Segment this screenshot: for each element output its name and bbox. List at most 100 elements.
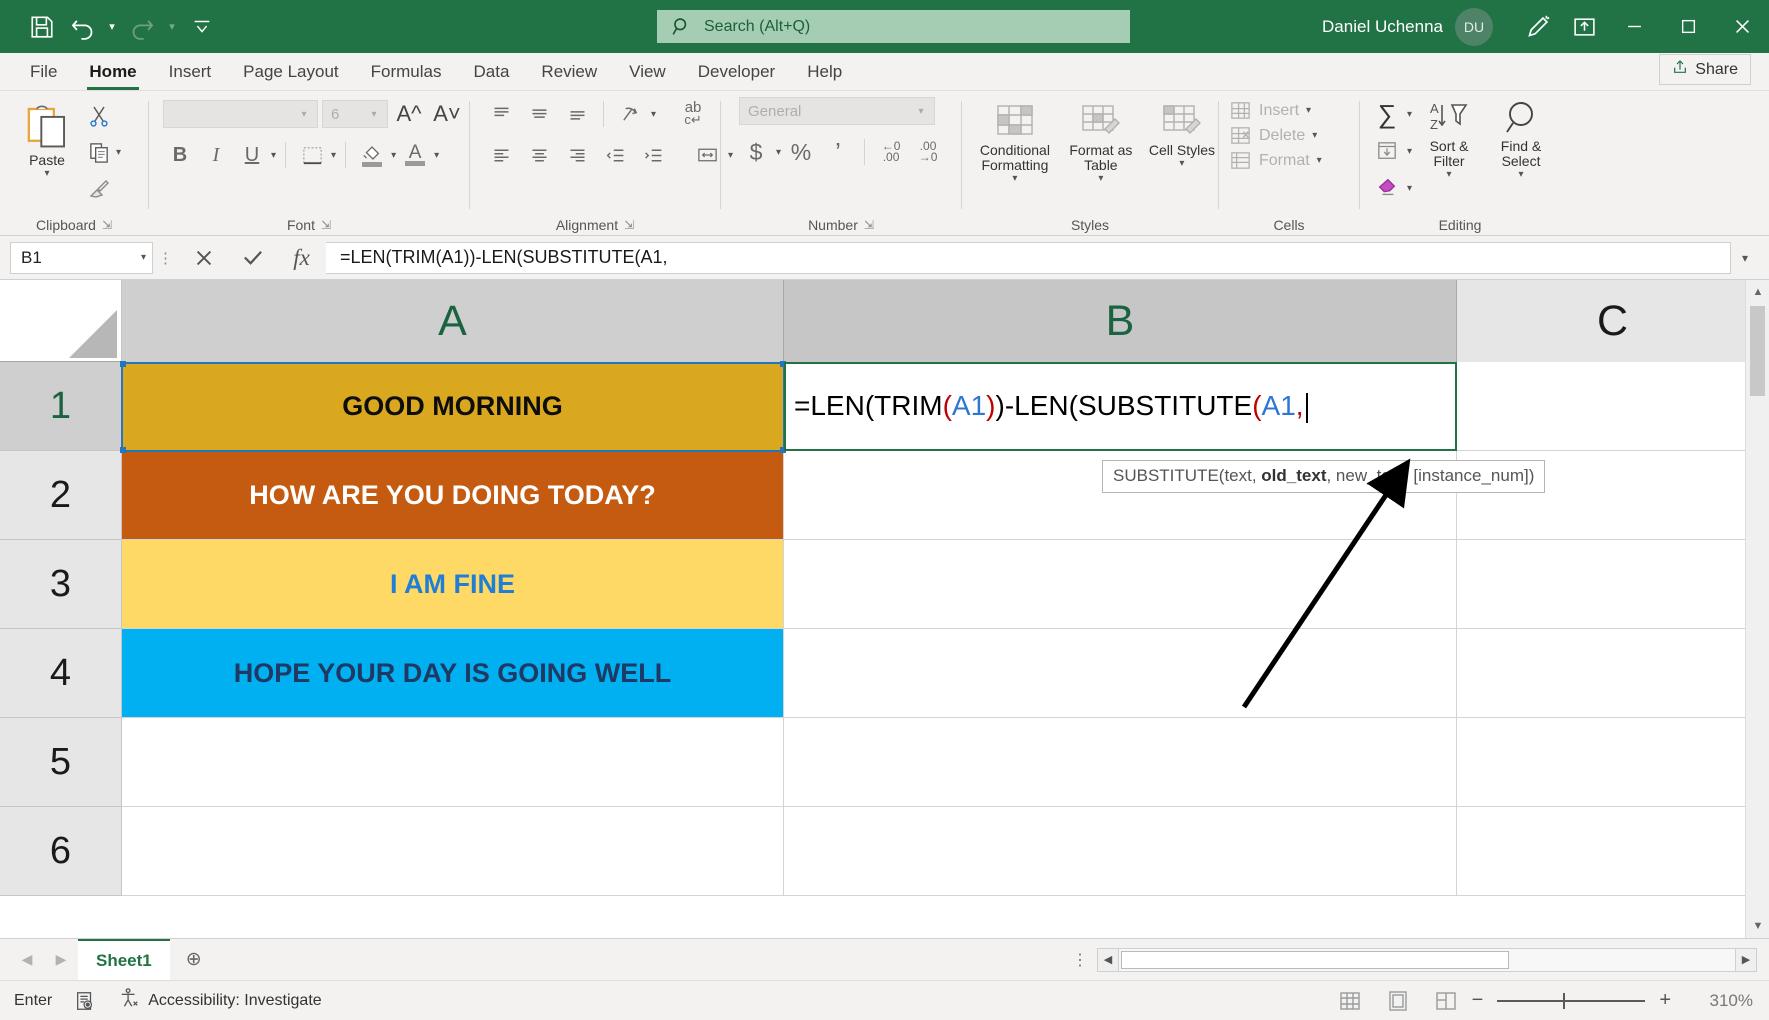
cancel-formula-icon[interactable] [179,242,228,274]
undo-dropdown-icon[interactable]: ▾ [102,8,122,46]
sheet-tab-sheet1[interactable]: Sheet1 [78,939,170,980]
formula-input[interactable]: =LEN(TRIM(A1))-LEN(SUBSTITUTE(A1, [326,241,1731,274]
enter-formula-icon[interactable] [228,242,277,274]
font-name-combo[interactable]: ▾ [163,100,318,128]
horizontal-scrollbar[interactable]: ◀ ▶ [1097,947,1757,973]
row-header-5[interactable]: 5 [0,718,122,807]
cell-a2[interactable]: HOW ARE YOU DOING TODAY? [122,451,784,540]
horizontal-scroll-track[interactable] [1119,947,1735,972]
pen-icon[interactable] [1515,0,1561,53]
name-box[interactable]: B1 ▾ [10,241,153,274]
bold-button[interactable]: B [163,138,197,172]
font-color-icon[interactable]: A [398,138,432,172]
previous-sheet-icon[interactable]: ◀ [10,939,44,981]
align-right-icon[interactable] [560,138,594,172]
cell-a4[interactable]: HOPE YOUR DAY IS GOING WELL [122,629,784,718]
align-bottom-icon[interactable] [560,97,594,131]
increase-decimal-icon[interactable]: ←0.00 [874,135,908,169]
close-button[interactable] [1715,0,1769,53]
column-header-a[interactable]: A [122,280,784,362]
share-to-teams-icon[interactable] [1561,0,1607,53]
cell-c5[interactable] [1457,718,1769,807]
scroll-left-icon[interactable]: ◀ [1097,947,1119,972]
insert-function-icon[interactable]: fx [277,242,326,274]
tab-file[interactable]: File [14,54,73,90]
horizontal-scroll-thumb[interactable] [1121,950,1509,969]
tab-formulas[interactable]: Formulas [355,54,458,90]
page-layout-view-icon[interactable] [1382,987,1414,1015]
tab-developer[interactable]: Developer [682,54,792,90]
increase-indent-icon[interactable] [636,138,670,172]
fill-icon[interactable] [1370,134,1404,168]
clear-icon[interactable] [1370,171,1404,205]
cell-b3[interactable] [784,540,1457,629]
expand-formula-bar-icon[interactable]: ▾ [1731,251,1759,265]
autosum-icon[interactable]: ∑ [1370,97,1404,131]
normal-view-icon[interactable] [1334,987,1366,1015]
orientation-dropdown-icon[interactable]: ▾ [651,109,656,120]
tab-home[interactable]: Home [73,54,152,90]
fill-color-icon[interactable] [355,138,389,172]
cell-a3[interactable]: I AM FINE [122,540,784,629]
zoom-slider[interactable]: − + [1472,989,1671,1012]
add-sheet-icon[interactable]: ⊕ [170,939,218,981]
wrap-text-icon[interactable]: ab c↵ [676,97,710,131]
paste-dropdown-icon[interactable]: ▾ [44,168,49,179]
copy-icon[interactable] [82,135,116,169]
tab-page-layout[interactable]: Page Layout [227,54,354,90]
cell-c6[interactable] [1457,807,1769,896]
orientation-icon[interactable] [613,97,647,131]
font-dialog-launcher[interactable]: ⇲ [321,216,331,234]
scroll-down-icon[interactable]: ▼ [1746,914,1769,938]
vertical-scrollbar[interactable]: ▲ ▼ [1745,280,1769,938]
sort-filter-dropdown-icon[interactable]: ▾ [1447,169,1452,180]
share-button[interactable]: Share [1659,54,1751,85]
align-left-icon[interactable] [484,138,518,172]
format-painter-icon[interactable] [82,171,116,205]
cell-b4[interactable] [784,629,1457,718]
accounting-format-icon[interactable]: $ [739,135,773,169]
row-header-2[interactable]: 2 [0,451,122,540]
tab-help[interactable]: Help [791,54,858,90]
cell-a5[interactable] [122,718,784,807]
copy-dropdown-icon[interactable]: ▾ [116,147,121,158]
find-select-dropdown-icon[interactable]: ▾ [1519,169,1524,180]
decrease-indent-icon[interactable] [598,138,632,172]
borders-icon[interactable] [295,138,329,172]
column-header-c[interactable]: C [1457,280,1769,362]
sort-filter-button[interactable]: A Z Sort & Filter ▾ [1416,95,1482,180]
chevron-down-icon[interactable]: ▾ [912,106,930,117]
zoom-knob[interactable] [1563,992,1566,1009]
row-header-6[interactable]: 6 [0,807,122,896]
cell-a6[interactable] [122,807,784,896]
undo-icon[interactable] [62,8,102,46]
align-center-icon[interactable] [522,138,556,172]
alignment-dialog-launcher[interactable]: ⇲ [624,216,634,234]
tab-insert[interactable]: Insert [153,54,228,90]
italic-button[interactable]: I [199,138,233,172]
cell-c1[interactable] [1457,362,1769,451]
search-box[interactable] [657,10,1130,43]
underline-dropdown-icon[interactable]: ▾ [271,150,276,161]
decrease-decimal-icon[interactable]: .00 →0 [911,135,945,169]
borders-dropdown-icon[interactable]: ▾ [331,150,336,161]
comma-style-icon[interactable]: ’ [821,135,855,169]
vertical-scroll-thumb[interactable] [1750,306,1765,396]
customize-qat-icon[interactable] [182,8,222,46]
next-sheet-icon[interactable]: ▶ [44,939,78,981]
maximize-button[interactable] [1661,0,1715,53]
row-header-1[interactable]: 1 [0,362,122,451]
cell-a1[interactable]: GOOD MORNING [122,362,784,451]
save-icon[interactable] [22,8,62,46]
tab-review[interactable]: Review [525,54,613,90]
row-header-3[interactable]: 3 [0,540,122,629]
align-top-icon[interactable] [484,97,518,131]
cell-b5[interactable] [784,718,1457,807]
select-all-corner[interactable] [0,280,122,362]
accessibility-status[interactable]: Accessibility: Investigate [118,987,322,1014]
align-middle-icon[interactable] [522,97,556,131]
chevron-down-icon[interactable]: ▾ [295,109,313,120]
fill-color-dropdown-icon[interactable]: ▾ [391,150,396,161]
cut-icon[interactable] [82,99,116,133]
tab-data[interactable]: Data [458,54,526,90]
